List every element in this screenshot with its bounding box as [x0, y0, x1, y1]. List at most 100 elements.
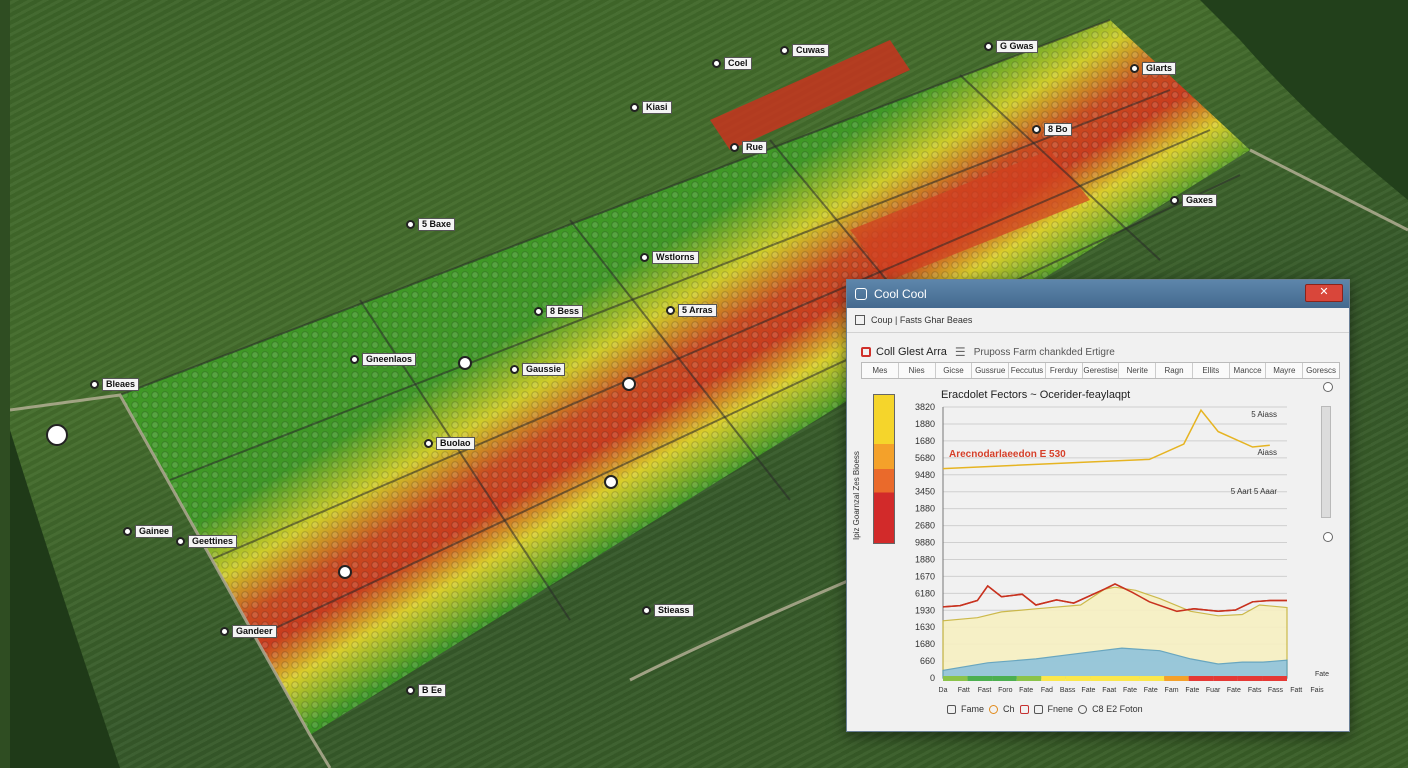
x-tick-label: Fatt — [958, 687, 970, 694]
pin-marker-icon — [220, 627, 229, 636]
y-tick-label: 0 — [930, 673, 935, 683]
status-label-3: Fnene — [1047, 704, 1074, 714]
x-band-segment — [943, 676, 968, 681]
y-tick-label: 660 — [920, 656, 935, 666]
status-label-1: Fame — [961, 704, 985, 714]
map-pin[interactable]: Gneenlaos — [350, 353, 417, 366]
y-tick-label: 1930 — [915, 605, 935, 615]
map-pin[interactable]: 8 Bo — [1032, 123, 1072, 136]
map-pin[interactable]: 8 Bess — [534, 305, 584, 318]
status-gear-icon[interactable] — [989, 704, 999, 714]
x-band-segment — [1115, 676, 1140, 681]
x-tick-label: Fast — [978, 687, 992, 694]
map-pin[interactable]: 5 Arras — [666, 304, 717, 317]
map-pin[interactable]: Buolao — [424, 437, 475, 450]
x-band-segment — [1090, 676, 1115, 681]
map-pin[interactable]: Kiasi — [630, 101, 672, 114]
x-tick-label: Fatt — [1290, 687, 1302, 694]
x-band-segment — [1164, 676, 1189, 681]
status-folder-icon[interactable] — [1033, 704, 1043, 714]
x-tick-label: Fats — [1248, 687, 1262, 694]
y-tick-label: 1880 — [915, 554, 935, 564]
y-tick-label: 1680 — [915, 639, 935, 649]
x-tick-label: Fam — [1165, 687, 1179, 694]
status-label-2: Ch — [1003, 704, 1015, 714]
pin-marker-icon — [1170, 196, 1179, 205]
y-tick-label: 1630 — [915, 622, 935, 632]
x-band-segment — [1065, 676, 1091, 681]
x-tick-label: Fate — [1185, 687, 1199, 694]
chart-annotation: 5 Aart 5 Aaar — [1231, 487, 1278, 496]
chart-annotation: 5 Aiass — [1251, 410, 1277, 419]
map-pin[interactable]: Rue — [730, 141, 768, 154]
station-icon[interactable] — [46, 424, 68, 446]
status-box-icon[interactable] — [947, 704, 956, 714]
x-band-segment — [1016, 676, 1042, 681]
x-band-segment — [1213, 676, 1238, 681]
x-tick-label: Fate — [1123, 687, 1137, 694]
x-band-segment — [967, 676, 993, 681]
map-pin[interactable]: Glarts — [1130, 62, 1177, 75]
x-band-segment — [1188, 676, 1214, 681]
status-clock-icon[interactable] — [1078, 704, 1088, 714]
x-tick-label: Faat — [1102, 687, 1116, 694]
target-ring-icon[interactable] — [338, 565, 352, 579]
map-pin[interactable]: Gaussie — [510, 363, 566, 376]
y-tick-label: 2680 — [915, 521, 935, 531]
target-ring-icon[interactable] — [458, 356, 472, 370]
pin-marker-icon — [984, 42, 993, 51]
map-pin[interactable]: Coel — [712, 57, 752, 70]
y-tick-label: 5680 — [915, 453, 935, 463]
pin-marker-icon — [406, 686, 415, 695]
x-band-segment — [1139, 676, 1165, 681]
x-band-segment — [1262, 676, 1287, 681]
tree-line-right — [1200, 0, 1408, 200]
x-tick-label: Fate — [1019, 687, 1033, 694]
map-pin[interactable]: Bleaes — [90, 378, 140, 391]
x-tick-label: Fate — [1227, 687, 1241, 694]
x-tick-label: Foro — [998, 687, 1013, 694]
status-bar: Fame Ch Fnene C8 E2 Foton — [947, 704, 1143, 714]
map-pin[interactable]: Gainee — [123, 525, 174, 538]
x-band-segment — [992, 676, 1017, 681]
pin-marker-icon — [640, 253, 649, 262]
pin-marker-icon — [1032, 125, 1041, 134]
x-band-segment — [1237, 676, 1263, 681]
target-ring-icon[interactable] — [604, 475, 618, 489]
pin-marker-icon — [123, 527, 132, 536]
y-tick-label: 3820 — [915, 402, 935, 412]
pin-marker-icon — [534, 307, 543, 316]
pin-marker-icon — [406, 220, 415, 229]
status-alert-icon[interactable] — [1019, 704, 1029, 714]
x-band-segment — [1041, 676, 1066, 681]
pin-marker-icon — [730, 143, 739, 152]
map-pin[interactable]: Geettines — [176, 535, 238, 548]
pin-marker-icon — [424, 439, 433, 448]
y-tick-label: 1670 — [915, 571, 935, 581]
y-tick-label: 3450 — [915, 487, 935, 497]
map-pin[interactable]: Gandeer — [220, 625, 277, 638]
x-tick-label: Da — [939, 687, 948, 694]
pin-marker-icon — [630, 103, 639, 112]
map-pin[interactable]: G Gwas — [984, 40, 1038, 53]
pin-marker-icon — [90, 380, 99, 389]
map-pin[interactable]: 5 Baxe — [406, 218, 456, 231]
map-pin[interactable]: Wstlorns — [640, 251, 699, 264]
map-pin[interactable]: Stieass — [642, 604, 694, 617]
target-ring-icon[interactable] — [622, 377, 636, 391]
x-tick-label: Fais — [1310, 687, 1324, 694]
x-tick-label: Fuar — [1206, 687, 1221, 694]
y-tick-label: 1680 — [915, 436, 935, 446]
pin-marker-icon — [1130, 64, 1139, 73]
y-tick-label: 1880 — [915, 419, 935, 429]
x-tick-label: Fate — [1144, 687, 1158, 694]
map-pin[interactable]: Gaxes — [1170, 194, 1218, 207]
y-tick-label: 6180 — [915, 588, 935, 598]
y-tick-label: 1880 — [915, 504, 935, 514]
map-pin[interactable]: B Ee — [406, 684, 447, 697]
map-pin[interactable]: Cuwas — [780, 44, 830, 57]
pin-marker-icon — [350, 355, 359, 364]
pin-marker-icon — [510, 365, 519, 374]
pin-marker-icon — [712, 59, 721, 68]
tree-line-left — [10, 430, 120, 768]
